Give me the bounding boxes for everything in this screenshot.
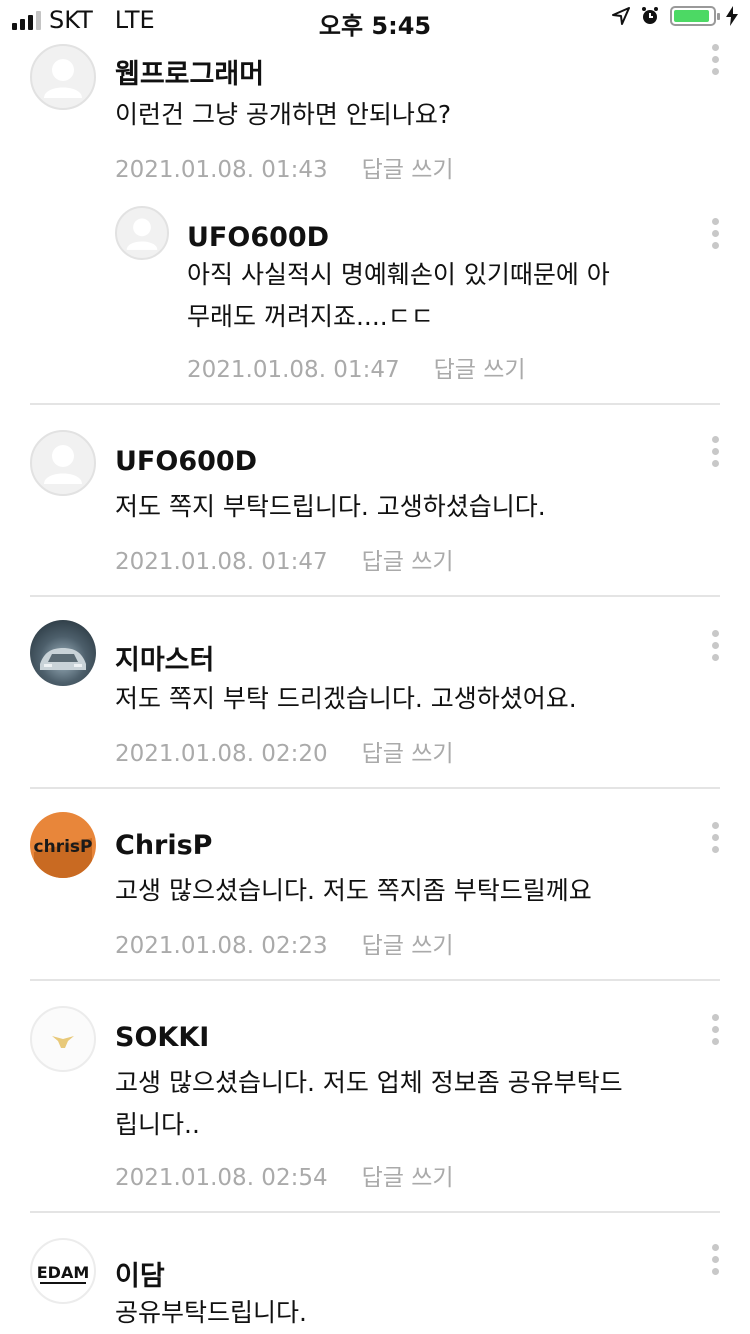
comment-date: 2021.01.08. 02:54 [115,1165,328,1191]
comment-text: 고생 많으셨습니다. 저도 업체 정보좀 공유부탁드 립니다.. [115,1068,623,1139]
default-person-icon[interactable] [30,430,96,496]
comment-date: 2021.01.08. 02:20 [115,741,328,767]
reply-button[interactable]: 답글 쓰기 [434,357,526,383]
divider [30,979,720,981]
more-options-icon[interactable] [712,1244,720,1278]
comment-meta: 2021.01.08. 01:47 답글 쓰기 [115,542,454,576]
car-photo-avatar[interactable] [30,620,96,686]
comment-text: 공유부탁드립니다. [115,1298,307,1327]
divider [30,595,720,597]
svg-text:EDAM: EDAM [37,1263,90,1282]
comment-text: 고생 많으셨습니다. 저도 쪽지좀 부탁드릴께요 [115,876,592,905]
more-options-icon[interactable] [712,630,720,664]
comment-author[interactable]: 지마스터 [115,638,214,677]
battery-level [674,10,709,22]
charging-bolt-icon [726,6,738,26]
divider [30,403,720,405]
reply-button[interactable]: 답글 쓰기 [362,1165,454,1191]
comment-text: 이런건 그냥 공개하면 안되나요? [115,100,452,129]
comment-date: 2021.01.08. 01:43 [115,157,328,183]
reply-button[interactable]: 답글 쓰기 [362,549,454,575]
comment-meta: 2021.01.08. 01:47 답글 쓰기 [187,350,526,384]
edam-logo-avatar[interactable]: EDAM [30,1238,96,1304]
comment-date: 2021.01.08. 02:23 [115,933,328,959]
comment-date: 2021.01.08. 01:47 [187,357,400,383]
more-options-icon[interactable] [712,436,720,470]
comment-date: 2021.01.08. 01:47 [115,549,328,575]
divider [30,787,720,789]
chrisp-logo-avatar[interactable]: chrisP [30,812,96,878]
location-arrow-icon [612,7,630,25]
more-options-icon[interactable] [712,218,720,252]
svg-text:chrisP: chrisP [34,837,93,857]
default-person-icon[interactable] [115,206,169,260]
comment-text: 저도 쪽지 부탁 드리겠습니다. 고생하셨어요. [115,684,577,713]
comment-author[interactable]: 이담 [115,1254,165,1293]
comment-author[interactable]: UFO600D [115,446,257,477]
reply-comment-item: UFO600D 아직 사실적시 명예훼손이 있기때문에 아 무래도 꺼려지죠..… [0,200,750,390]
comment-author[interactable]: 웹프로그래머 [115,52,264,91]
comment-author[interactable]: UFO600D [187,222,329,253]
comment-item: 지마스터 저도 쪽지 부탁 드리겠습니다. 고생하셨어요. 2021.01.08… [0,620,750,780]
comment-author[interactable]: SOKKI [115,1022,209,1053]
comment-item: 웹프로그래머 이런건 그냥 공개하면 안되나요? 2021.01.08. 01:… [0,40,750,190]
comment-item: chrisP ChrisP 고생 많으셨습니다. 저도 쪽지좀 부탁드릴께요 2… [0,812,750,972]
more-options-icon[interactable] [712,1014,720,1048]
comment-meta: 2021.01.08. 02:54 답글 쓰기 [115,1158,454,1192]
comment-author[interactable]: ChrisP [115,830,212,861]
status-bar: SKT LTE 오후 5:45 [0,0,750,40]
comment-item: UFO600D 저도 쪽지 부탁드립니다. 고생하셨습니다. 2021.01.0… [0,428,750,588]
reply-button[interactable]: 답글 쓰기 [362,157,454,183]
comment-text: 아직 사실적시 명예훼손이 있기때문에 아 무래도 꺼려지죠....ㄷㄷ [187,260,610,331]
comment-meta: 2021.01.08. 02:20 답글 쓰기 [115,734,454,768]
battery-icon [670,6,720,26]
reply-button[interactable]: 답글 쓰기 [362,741,454,767]
divider [30,1211,720,1213]
comment-meta: 2021.01.08. 01:43 답글 쓰기 [115,150,454,184]
comment-text: 저도 쪽지 부탁드립니다. 고생하셨습니다. [115,492,546,521]
comment-meta: 2021.01.08. 02:23 답글 쓰기 [115,926,454,960]
more-options-icon[interactable] [712,822,720,856]
comment-item: EDAM 이담 공유부탁드립니다. [0,1236,750,1334]
reply-button[interactable]: 답글 쓰기 [362,933,454,959]
bird-logo-avatar[interactable] [30,1006,96,1072]
default-person-icon[interactable] [30,44,96,110]
alarm-clock-icon [642,7,658,24]
more-options-icon[interactable] [712,44,720,78]
comment-item: SOKKI 고생 많으셨습니다. 저도 업체 정보좀 공유부탁드 립니다.. 2… [0,1004,750,1204]
